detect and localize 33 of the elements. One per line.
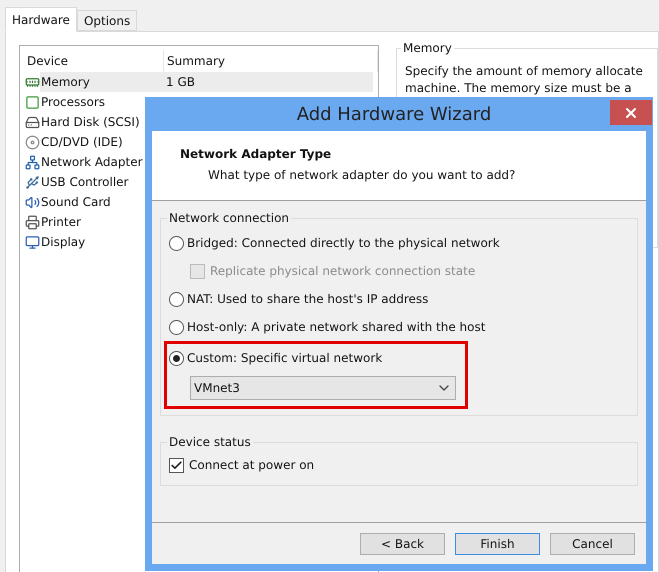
speaker-icon xyxy=(25,194,40,210)
network-dropdown[interactable]: VMnet3 xyxy=(190,376,456,400)
disc-icon xyxy=(25,134,40,150)
radio-label[interactable]: Host-only: A private network shared with the host xyxy=(187,318,486,336)
radio-label[interactable]: Custom: Specific virtual network xyxy=(187,349,382,367)
tab[interactable]: Hardware xyxy=(5,7,77,32)
chip-icon xyxy=(25,94,40,110)
description-line: machine. The memory size must be a xyxy=(405,80,633,97)
checkbox-label[interactable]: Connect at power on xyxy=(189,456,314,474)
dialog-title: Add Hardware Wizard xyxy=(296,102,492,126)
device-name: Memory xyxy=(40,74,91,91)
dialog-button[interactable]: < Back xyxy=(360,532,445,554)
page-subheading: What type of network adapter do you want to add? xyxy=(207,167,516,184)
checkbox[interactable] xyxy=(169,458,184,472)
radio-label[interactable]: Bridged: Connected directly to the physical network xyxy=(187,234,500,252)
radio-button[interactable] xyxy=(169,292,184,306)
dialog-button[interactable]: Finish xyxy=(455,532,540,554)
usb-icon xyxy=(25,174,40,190)
close-button[interactable] xyxy=(610,100,652,125)
radio-label[interactable]: NAT: Used to share the host's IP address xyxy=(187,290,428,308)
dialog-button[interactable]: Cancel xyxy=(550,532,635,554)
printer-icon xyxy=(25,214,40,230)
page-heading: Network Adapter Type xyxy=(180,146,332,163)
device-row[interactable]: Memory 1 GB xyxy=(40,72,373,92)
radio-button[interactable] xyxy=(169,350,184,366)
hard-drive-icon xyxy=(25,114,40,130)
network-icon xyxy=(25,154,40,170)
device-summary: 1 GB xyxy=(166,74,196,91)
tab[interactable]: Options xyxy=(76,10,138,31)
monitor-icon xyxy=(25,234,40,250)
radio-button[interactable] xyxy=(169,320,184,334)
description-line: Specify the amount of memory allocate xyxy=(405,63,644,80)
radio-button[interactable] xyxy=(169,236,184,250)
